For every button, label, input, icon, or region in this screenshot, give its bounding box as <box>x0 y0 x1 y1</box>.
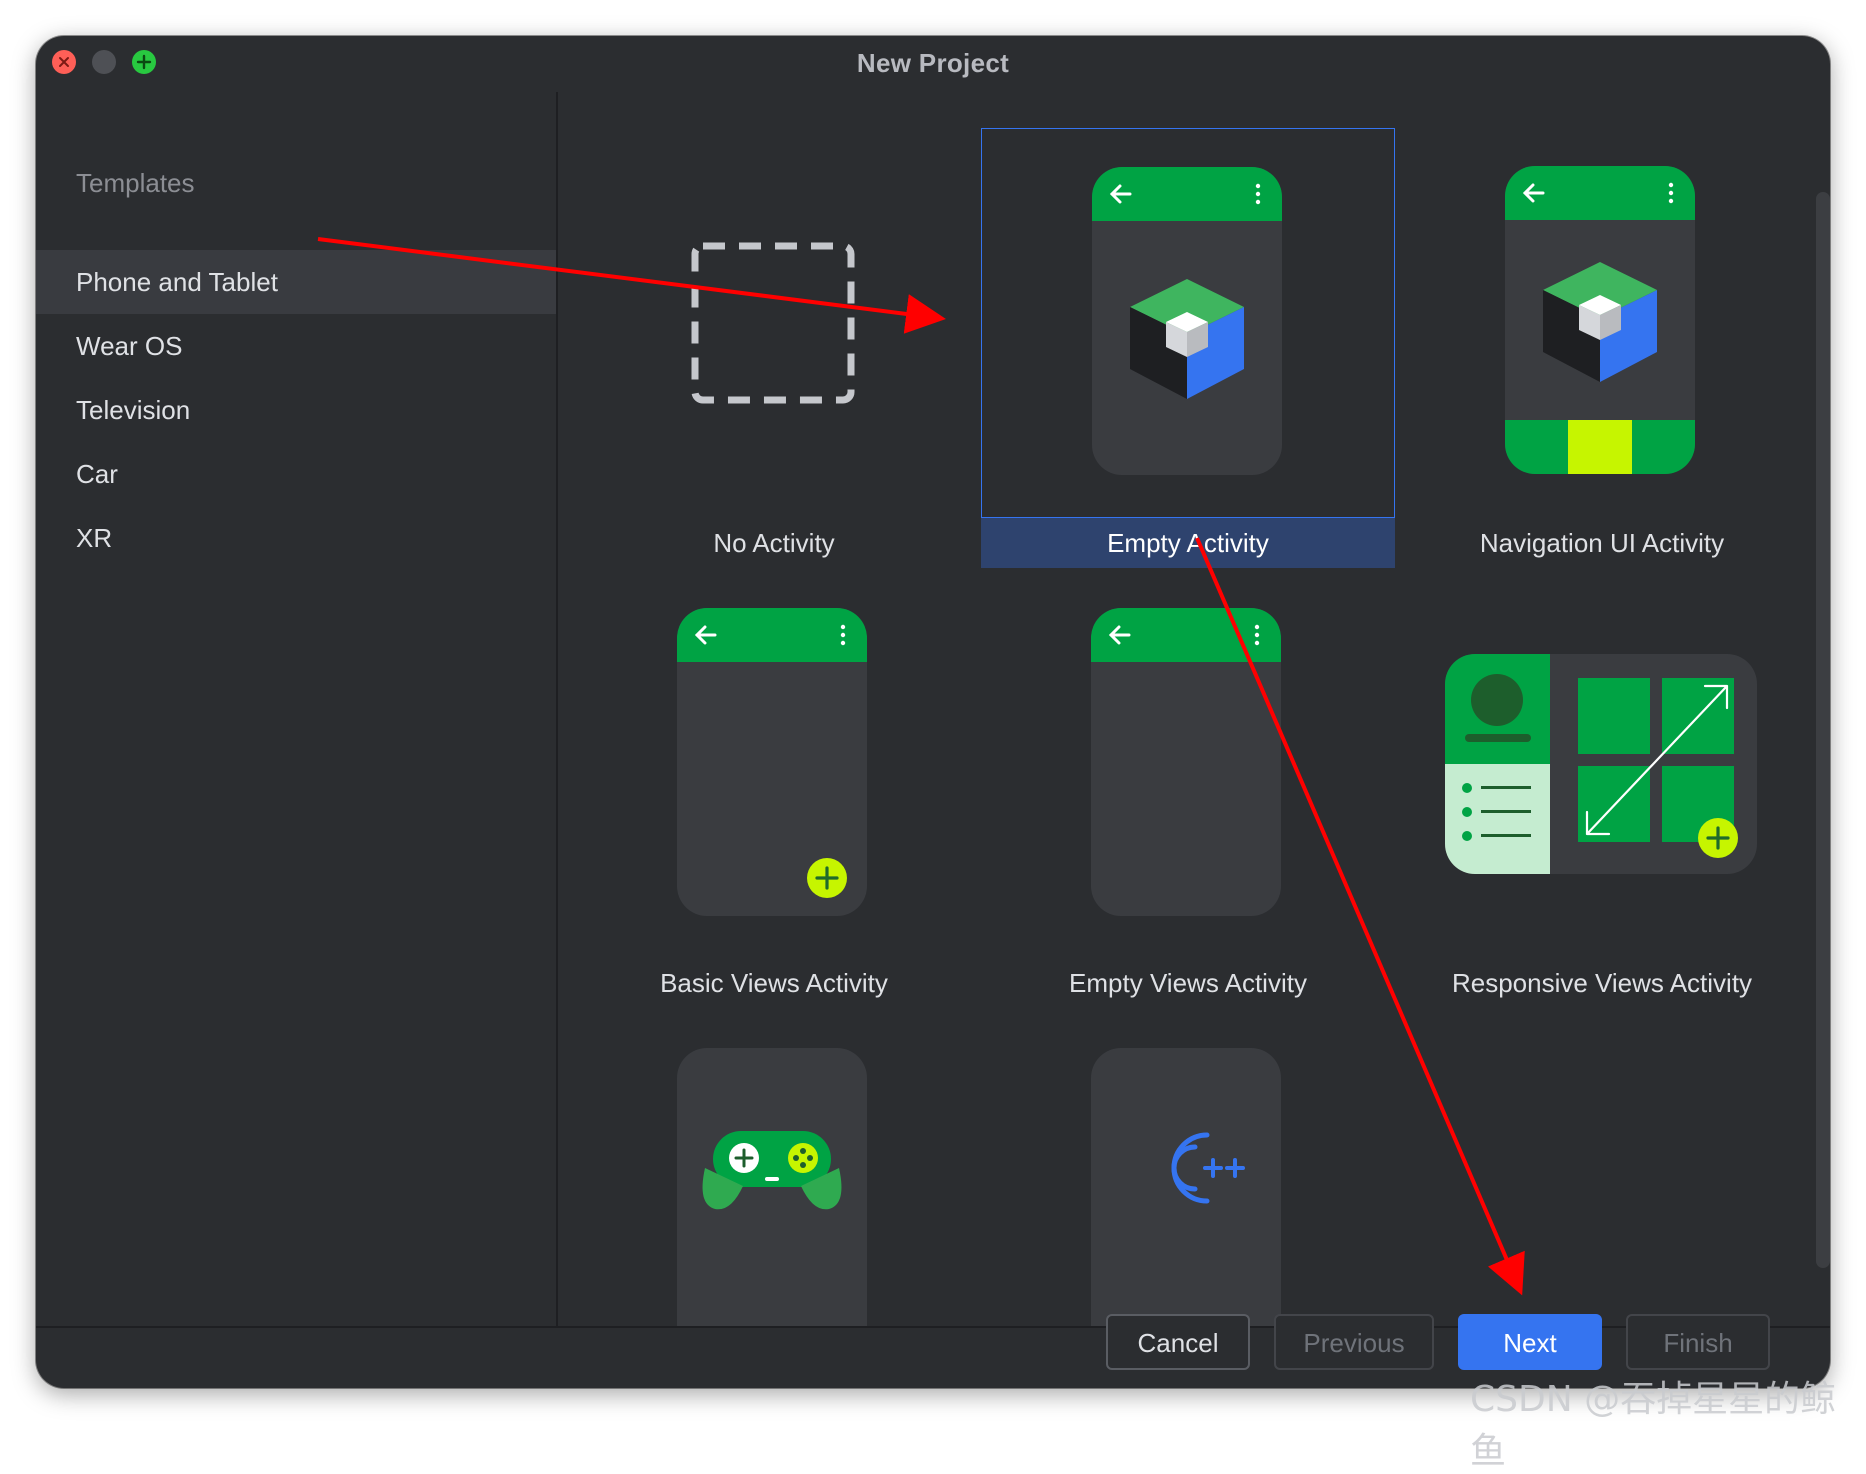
template-preview <box>567 568 981 958</box>
sidebar-item-phone-and-tablet[interactable]: Phone and Tablet <box>36 250 556 314</box>
template-label: Navigation UI Activity <box>1479 528 1725 558</box>
dashed-square-icon <box>691 242 855 404</box>
template-label: Responsive Views Activity <box>1451 968 1753 998</box>
template-label: Basic Views Activity <box>660 968 888 998</box>
compose-cube-icon <box>1092 167 1282 475</box>
sidebar-item-xr[interactable]: XR <box>36 506 556 570</box>
next-button[interactable]: Next <box>1458 1314 1602 1370</box>
template-label: No Activity <box>713 528 835 558</box>
cpp-icon <box>1091 1048 1281 1326</box>
sidebar-item-television[interactable]: Television <box>36 378 556 442</box>
previous-button[interactable]: Previous <box>1274 1314 1434 1370</box>
template-label: Empty Views Activity <box>1069 968 1307 998</box>
sidebar-header: Templates <box>76 168 195 198</box>
finish-button[interactable]: Finish <box>1626 1314 1770 1370</box>
template-preview <box>1395 128 1809 518</box>
window-title: New Project <box>856 48 1010 78</box>
title-bar: New Project <box>36 36 1830 92</box>
compose-cube-bottom-nav-icon <box>1505 166 1695 474</box>
template-category-sidebar: Templates Phone and Tablet Wear OS Telev… <box>36 92 558 1326</box>
responsive-layout-icon <box>1445 654 1757 874</box>
template-label: Empty Activity <box>981 518 1395 568</box>
template-preview <box>1395 568 1809 958</box>
sidebar-item-car[interactable]: Car <box>36 442 556 506</box>
template-preview <box>981 568 1395 958</box>
template-grid-scrollbar[interactable] <box>1816 192 1830 1268</box>
blank-phone-icon <box>1091 608 1281 916</box>
sidebar-item-wear-os[interactable]: Wear OS <box>36 314 556 378</box>
cancel-button[interactable]: Cancel <box>1106 1314 1250 1370</box>
template-preview <box>981 128 1395 518</box>
template-grid: No Activity Empty Activity Navigation UI… <box>558 92 1830 1326</box>
template-preview <box>981 1008 1395 1326</box>
gamepad-icon <box>677 1048 867 1326</box>
template-preview <box>567 1008 981 1326</box>
new-project-window: New Project Templates Phone and Tablet W… <box>36 36 1830 1388</box>
fab-plus-icon <box>677 608 867 916</box>
watermark: CSDN @吞掉星星的鲸鱼 <box>1470 1379 1837 1472</box>
template-preview <box>567 128 981 518</box>
